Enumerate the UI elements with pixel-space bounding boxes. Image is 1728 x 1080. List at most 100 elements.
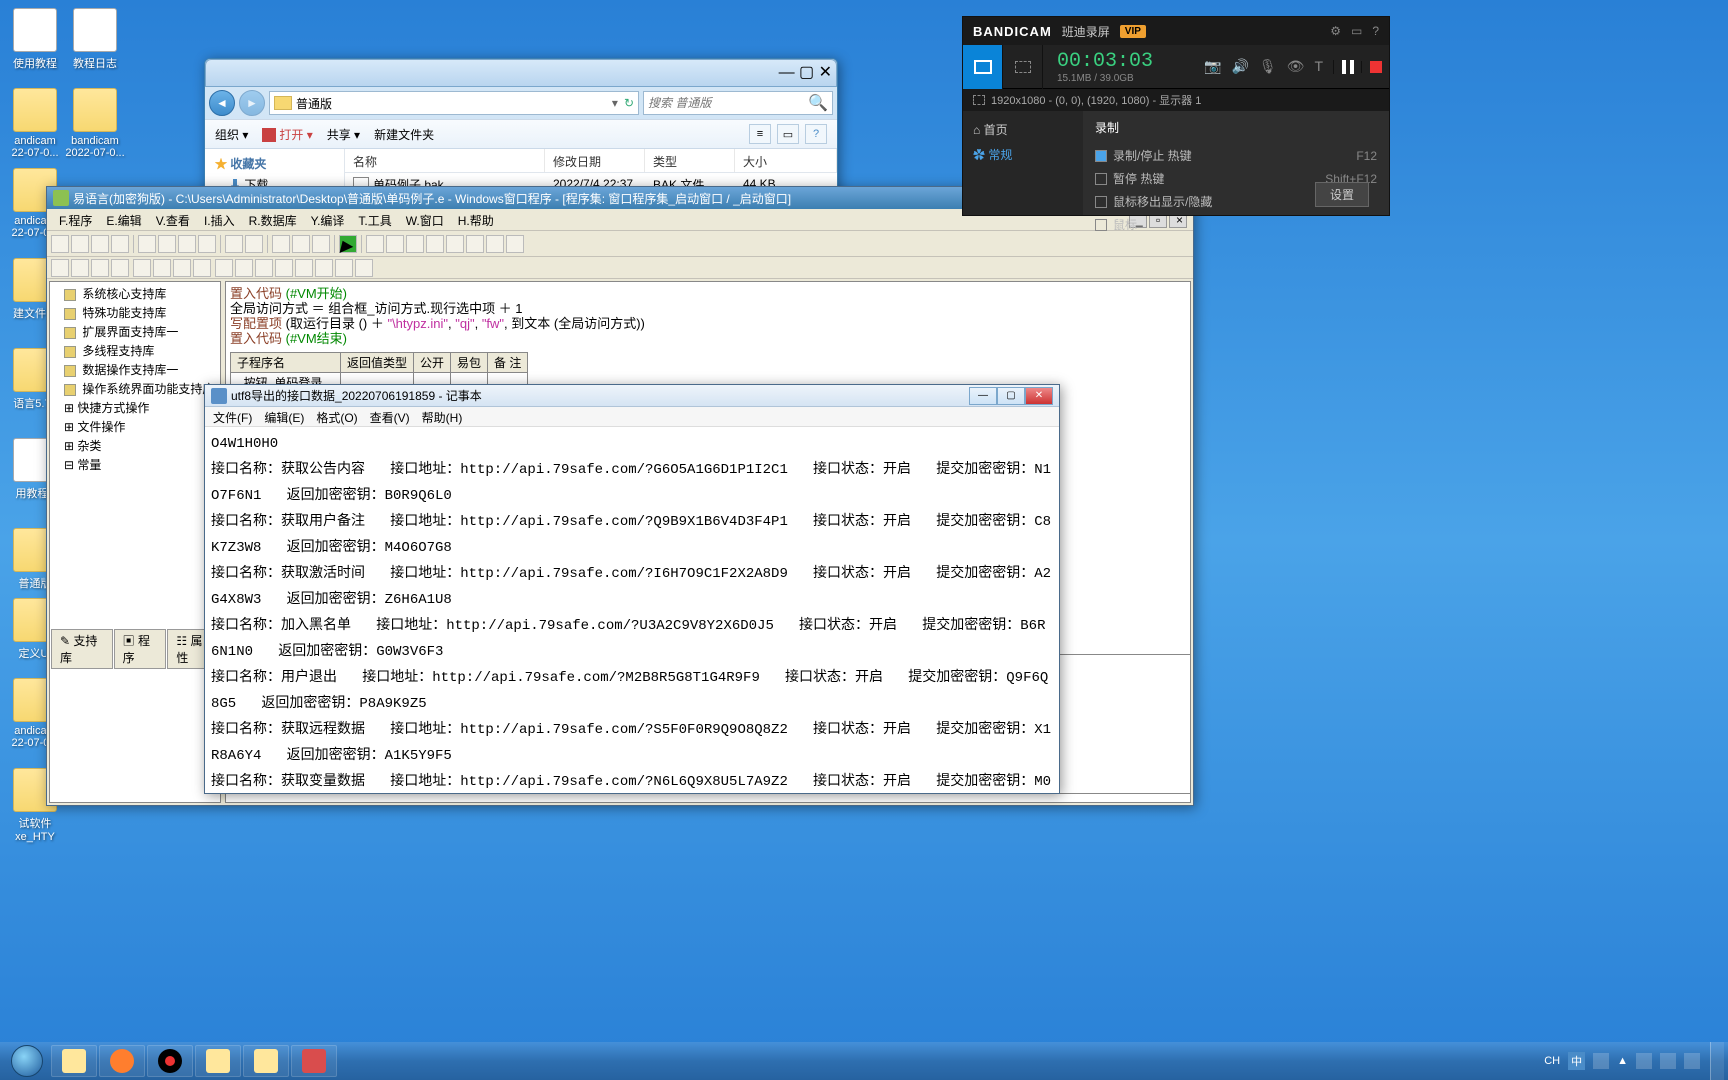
- taskbar-pin[interactable]: [243, 1045, 289, 1077]
- desktop-icon[interactable]: andicam 22-07-0...: [5, 88, 65, 159]
- tool-icon[interactable]: [386, 235, 404, 253]
- close-button[interactable]: ✕: [1025, 387, 1053, 405]
- checkbox[interactable]: [1095, 219, 1107, 231]
- share-menu[interactable]: 共享 ▾: [327, 126, 360, 143]
- favorites-header[interactable]: ★ 收藏夹: [215, 155, 334, 172]
- view-icon[interactable]: ≡: [749, 124, 771, 144]
- menu-view[interactable]: 查看(V): [370, 409, 410, 424]
- tool-icon[interactable]: [71, 259, 89, 277]
- mic-icon[interactable]: 🎙: [1259, 58, 1277, 75]
- system-tray[interactable]: CH 中 ▲: [1534, 1052, 1710, 1070]
- tree-item[interactable]: ⊞ 快捷方式操作: [52, 398, 218, 417]
- tool-icon[interactable]: [198, 235, 216, 253]
- maximize-button[interactable]: ▢: [799, 64, 814, 81]
- search-box[interactable]: 🔍: [643, 91, 833, 115]
- taskbar-pin[interactable]: [147, 1045, 193, 1077]
- settings-icon[interactable]: ⚙: [1330, 24, 1341, 38]
- menu-program[interactable]: F.程序: [53, 211, 98, 228]
- settings-button[interactable]: 设置: [1315, 182, 1369, 207]
- text-content[interactable]: O4W1H0H0 接口名称：获取公告内容 接口地址：http://api.79s…: [205, 427, 1059, 793]
- preview-icon[interactable]: ▭: [777, 124, 799, 144]
- menu-tools[interactable]: T.工具: [352, 211, 397, 228]
- tray-icon[interactable]: [1636, 1053, 1652, 1069]
- tool-icon[interactable]: [173, 259, 191, 277]
- menu-help[interactable]: H.帮助: [452, 211, 500, 228]
- maximize-button[interactable]: ▢: [997, 387, 1025, 405]
- ime-icon[interactable]: 中: [1568, 1052, 1585, 1070]
- organize-menu[interactable]: 组织 ▾: [215, 126, 248, 143]
- tray-icon[interactable]: [1684, 1053, 1700, 1069]
- tool-icon[interactable]: [315, 259, 333, 277]
- menu-format[interactable]: 格式(O): [316, 409, 357, 424]
- help-icon[interactable]: ?: [805, 124, 827, 144]
- tray-icon[interactable]: [1660, 1053, 1676, 1069]
- tool-icon[interactable]: [71, 235, 89, 253]
- tree-item[interactable]: ⊟ 常量: [52, 455, 218, 474]
- camera-icon[interactable]: 📷: [1204, 58, 1221, 75]
- hotkey[interactable]: F12: [1356, 149, 1377, 163]
- nav-general[interactable]: ✿ 常规: [973, 142, 1073, 167]
- tool-icon[interactable]: [272, 235, 290, 253]
- search-icon[interactable]: 🔍: [808, 93, 828, 113]
- menu-compile[interactable]: Y.编译: [305, 211, 351, 228]
- taskbar-pin[interactable]: [291, 1045, 337, 1077]
- tray-icon[interactable]: [1593, 1053, 1609, 1069]
- tree-item[interactable]: 扩展界面支持库一: [52, 322, 218, 341]
- menu-database[interactable]: R.数据库: [243, 211, 303, 228]
- minimize-icon[interactable]: ▭: [1351, 24, 1362, 38]
- menu-file[interactable]: 文件(F): [213, 409, 252, 424]
- tool-icon[interactable]: [406, 235, 424, 253]
- tree-item[interactable]: ⊞ 文件操作: [52, 417, 218, 436]
- tool-icon[interactable]: [355, 259, 373, 277]
- taskbar-pin[interactable]: [195, 1045, 241, 1077]
- tree-item[interactable]: ⊞ 杂类: [52, 436, 218, 455]
- tool-icon[interactable]: [215, 259, 233, 277]
- new-folder-button[interactable]: 新建文件夹: [374, 126, 434, 143]
- tool-icon[interactable]: [138, 235, 156, 253]
- tree-item[interactable]: 系统核心支持库: [52, 284, 218, 303]
- show-desktop[interactable]: [1710, 1042, 1724, 1080]
- checkbox[interactable]: [1095, 150, 1107, 162]
- menu-view[interactable]: V.查看: [150, 211, 196, 228]
- tab-support[interactable]: ✎ 支持库: [51, 629, 113, 669]
- tool-icon[interactable]: [335, 259, 353, 277]
- menu-help[interactable]: 帮助(H): [422, 409, 463, 424]
- menu-edit[interactable]: E.编辑: [100, 211, 147, 228]
- address-bar[interactable]: 普通版▾↻: [269, 91, 639, 115]
- tool-icon[interactable]: [111, 235, 129, 253]
- tool-icon[interactable]: [255, 259, 273, 277]
- tray-expand-icon[interactable]: ▲: [1617, 1055, 1628, 1067]
- tool-icon[interactable]: [235, 259, 253, 277]
- title-bar[interactable]: utf8导出的接口数据_20220706191859 - 记事本 — ▢ ✕: [205, 385, 1059, 407]
- open-menu[interactable]: 打开 ▾: [262, 126, 312, 143]
- tool-icon[interactable]: [111, 259, 129, 277]
- webcam-icon[interactable]: 👁: [1287, 58, 1305, 75]
- checkbox[interactable]: [1095, 196, 1107, 208]
- close-button[interactable]: ✕: [819, 64, 832, 81]
- tree-item[interactable]: 操作系统界面功能支持库: [52, 379, 218, 398]
- tool-icon[interactable]: [51, 259, 69, 277]
- minimize-button[interactable]: —: [779, 64, 795, 81]
- mode-screen[interactable]: [963, 45, 1003, 89]
- tree-item[interactable]: 特殊功能支持库: [52, 303, 218, 322]
- pause-button[interactable]: [1333, 60, 1361, 74]
- taskbar-pin[interactable]: [99, 1045, 145, 1077]
- tool-icon[interactable]: [446, 235, 464, 253]
- start-button[interactable]: [4, 1042, 50, 1080]
- menu-window[interactable]: W.窗口: [400, 211, 450, 228]
- help-icon[interactable]: ?: [1372, 24, 1379, 38]
- menu-insert[interactable]: I.插入: [198, 211, 241, 228]
- lang-text[interactable]: CH: [1544, 1055, 1560, 1067]
- tool-icon[interactable]: [51, 235, 69, 253]
- tool-icon[interactable]: [91, 235, 109, 253]
- search-input[interactable]: [648, 96, 808, 110]
- tool-icon[interactable]: [133, 259, 151, 277]
- bandicam-titlebar[interactable]: BANDICAM 班迪录屏 VIP ⚙ ▭ ?: [963, 17, 1389, 45]
- back-button[interactable]: ◄: [209, 90, 235, 116]
- tool-icon[interactable]: [295, 259, 313, 277]
- tool-icon[interactable]: [506, 235, 524, 253]
- column-header[interactable]: 名称 修改日期 类型 大小: [345, 149, 837, 173]
- text-icon[interactable]: T: [1314, 58, 1323, 75]
- tool-icon[interactable]: [178, 235, 196, 253]
- checkbox[interactable]: [1095, 173, 1107, 185]
